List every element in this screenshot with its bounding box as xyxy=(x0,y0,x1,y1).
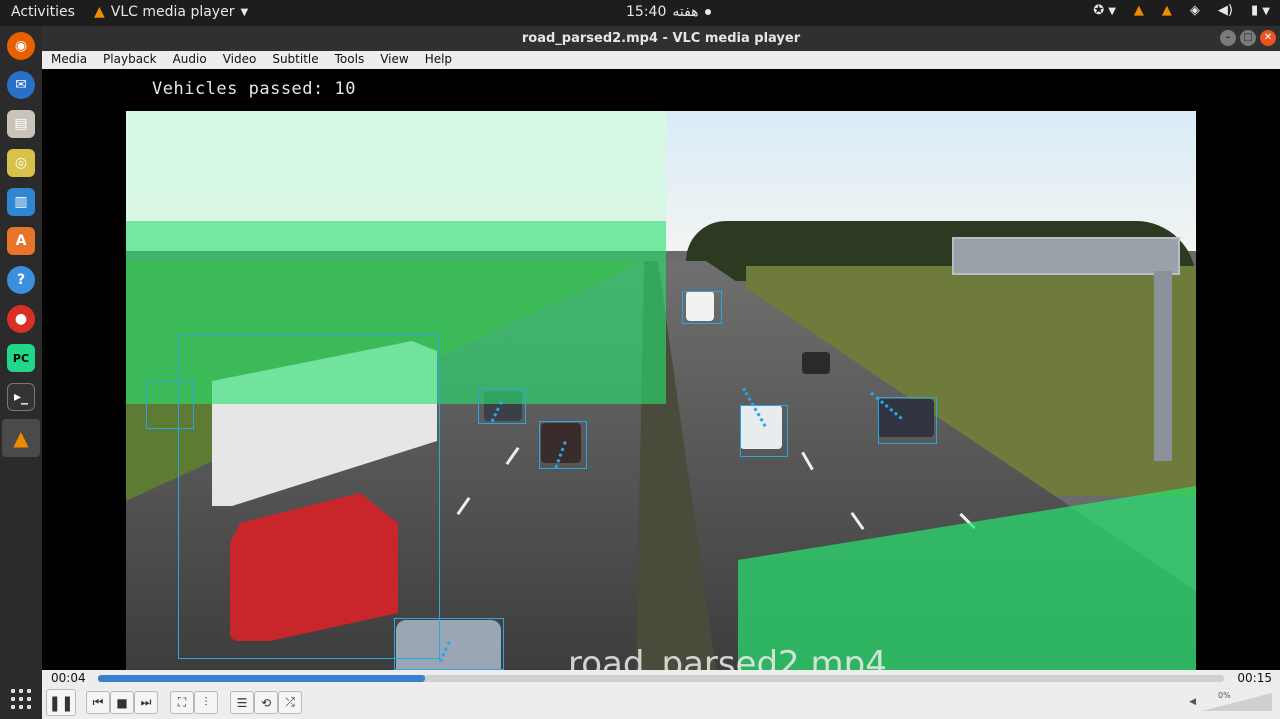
seek-slider[interactable] xyxy=(98,675,1224,682)
loop-button[interactable]: ⟲ xyxy=(254,691,278,714)
detection-box xyxy=(178,335,440,659)
gnome-top-bar: Activities ▲ VLC media player ▼ 15:40 هف… xyxy=(0,0,1280,26)
network-icon[interactable]: ◈ xyxy=(1190,3,1200,18)
menu-bar: Media Playback Audio Video Subtitle Tool… xyxy=(42,51,1280,69)
rhythmbox-icon[interactable]: ◎ xyxy=(7,149,35,177)
seek-row: 00:04 00:15 xyxy=(42,670,1280,687)
menu-help[interactable]: Help xyxy=(416,51,459,69)
detection-box xyxy=(478,388,526,424)
accessibility-icon[interactable]: ✪ ▼ xyxy=(1093,3,1116,18)
software-icon[interactable]: A xyxy=(7,227,35,255)
volume-icon[interactable]: ◀) xyxy=(1218,3,1233,18)
osd-filename: road_parsed2.mp4 xyxy=(568,644,887,670)
vlc-icon[interactable]: ▲ xyxy=(7,424,35,452)
pycharm-icon[interactable]: PC xyxy=(7,344,35,372)
volume-slider[interactable]: 0% xyxy=(1202,691,1272,711)
menu-media[interactable]: Media xyxy=(42,51,94,69)
total-time[interactable]: 00:15 xyxy=(1237,671,1272,685)
activities-button[interactable]: Activities xyxy=(11,4,75,20)
clock-time: 15:40 xyxy=(626,4,667,20)
battery-icon[interactable]: ▮ ▼ xyxy=(1251,3,1270,18)
minimize-button[interactable]: – xyxy=(1220,30,1236,46)
app-menu[interactable]: ▲ VLC media player ▼ xyxy=(94,4,248,20)
previous-button[interactable]: ⏮ xyxy=(86,691,110,714)
pause-button[interactable]: ❚❚ xyxy=(46,689,76,716)
seek-progress xyxy=(98,675,425,682)
menu-view[interactable]: View xyxy=(371,51,415,69)
show-applications-icon[interactable] xyxy=(11,689,31,709)
detection-box xyxy=(740,405,788,457)
menu-tools[interactable]: Tools xyxy=(326,51,372,69)
vlc-tray-icon-2[interactable]: ▲ xyxy=(1162,3,1172,18)
window-title: road_parsed2.mp4 - VLC media player xyxy=(521,31,801,46)
clock-day: هفته xyxy=(672,4,699,20)
fullscreen-button[interactable]: ⛶ xyxy=(170,691,194,714)
vehicle-counter-text: Vehicles passed: 10 xyxy=(152,79,356,99)
playback-controls: ❚❚ ⏮ ■ ⏭ ⛶ ⫶ ☰ ⟲ ⤮ ◀ 0% xyxy=(42,687,1280,719)
volume-label: 0% xyxy=(1218,691,1231,700)
menu-subtitle[interactable]: Subtitle xyxy=(263,51,325,69)
menu-audio[interactable]: Audio xyxy=(164,51,214,69)
files-icon[interactable]: ▤ xyxy=(7,110,35,138)
sky-highlight xyxy=(126,111,666,221)
gantry-post xyxy=(1154,271,1172,461)
maximize-button[interactable]: □ xyxy=(1240,30,1256,46)
dock: ◉ ✉ ▤ ◎ ▥ A ? ● PC ▸_ ▲ xyxy=(0,26,42,719)
thunderbird-icon[interactable]: ✉ xyxy=(7,71,35,99)
clock[interactable]: 15:40 هفته xyxy=(626,4,711,20)
system-tray: ✪ ▼ ▲ ▲ ◈ ◀) ▮ ▼ xyxy=(1093,3,1270,18)
app-menu-label: VLC media player xyxy=(110,4,235,20)
playlist-button[interactable]: ☰ xyxy=(230,691,254,714)
notification-dot-icon xyxy=(704,9,711,15)
speaker-icon[interactable]: ◀ xyxy=(1189,697,1196,707)
next-button[interactable]: ⏭ xyxy=(134,691,158,714)
close-button[interactable]: ✕ xyxy=(1260,30,1276,46)
vlc-tray-icon[interactable]: ▲ xyxy=(1134,3,1144,18)
volume-control[interactable]: ◀ 0% xyxy=(1189,691,1272,711)
window-titlebar[interactable]: road_parsed2.mp4 - VLC media player – □ … xyxy=(42,26,1280,51)
shuffle-button[interactable]: ⤮ xyxy=(278,691,302,714)
vlc-cone-icon: ▲ xyxy=(94,4,105,20)
video-surface[interactable]: Vehicles passed: 10 road_parsed2.mp4 xyxy=(42,69,1280,670)
firefox-icon[interactable]: ◉ xyxy=(7,32,35,60)
help-icon[interactable]: ? xyxy=(7,266,35,294)
writer-icon[interactable]: ▥ xyxy=(7,188,35,216)
chevron-down-icon: ▼ xyxy=(240,6,249,18)
detection-box xyxy=(146,381,194,429)
elapsed-time[interactable]: 00:04 xyxy=(51,671,86,685)
terminal-icon[interactable]: ▸_ xyxy=(7,383,35,411)
car xyxy=(802,352,830,374)
sign-gantry xyxy=(952,237,1180,275)
detection-box xyxy=(682,291,722,324)
extended-settings-button[interactable]: ⫶ xyxy=(194,691,218,714)
chrome-icon[interactable]: ● xyxy=(7,305,35,333)
menu-video[interactable]: Video xyxy=(214,51,264,69)
video-frame: road_parsed2.mp4 xyxy=(126,111,1196,670)
menu-playback[interactable]: Playback xyxy=(94,51,164,69)
stop-button[interactable]: ■ xyxy=(110,691,134,714)
